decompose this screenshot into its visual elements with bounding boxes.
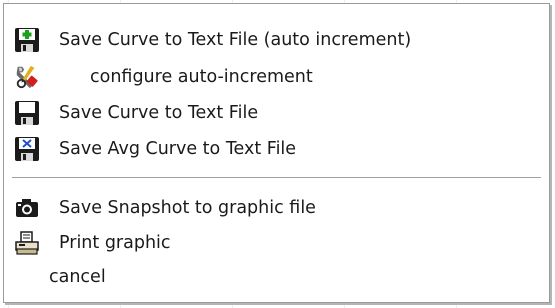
menu-item-save-avg-curve[interactable]: Save Avg Curve to Text File xyxy=(4,132,549,166)
save-plus-icon xyxy=(14,27,40,53)
menu-item-label: Print graphic xyxy=(59,233,171,253)
context-menu: Save Curve to Text File (auto increment)… xyxy=(3,3,550,303)
tools-icon xyxy=(14,64,40,90)
menu-item-configure-auto-increment[interactable]: configure auto-increment xyxy=(4,60,549,94)
printer-icon xyxy=(14,230,40,256)
menu-item-label: Save Avg Curve to Text File xyxy=(59,139,297,159)
floppy-disk-icon xyxy=(14,100,40,126)
menu-item-label: Save Curve to Text File (auto increment) xyxy=(59,30,412,50)
menu-item-label: Save Snapshot to graphic file xyxy=(59,198,316,218)
menu-item-save-curve-auto-increment[interactable]: Save Curve to Text File (auto increment) xyxy=(4,23,549,57)
screen: Save Curve to Text File (auto increment)… xyxy=(0,0,555,308)
menu-item-label: cancel xyxy=(49,267,106,287)
menu-item-label: Save Curve to Text File xyxy=(59,103,259,123)
menu-item-save-snapshot[interactable]: Save Snapshot to graphic file xyxy=(4,191,549,225)
camera-icon xyxy=(14,195,40,221)
menu-item-label: configure auto-increment xyxy=(90,67,313,87)
menu-item-cancel[interactable]: cancel xyxy=(4,260,549,294)
menu-separator xyxy=(12,177,541,179)
save-avg-icon xyxy=(14,136,40,162)
menu-item-save-curve[interactable]: Save Curve to Text File xyxy=(4,96,549,130)
menu-item-print-graphic[interactable]: Print graphic xyxy=(4,226,549,260)
